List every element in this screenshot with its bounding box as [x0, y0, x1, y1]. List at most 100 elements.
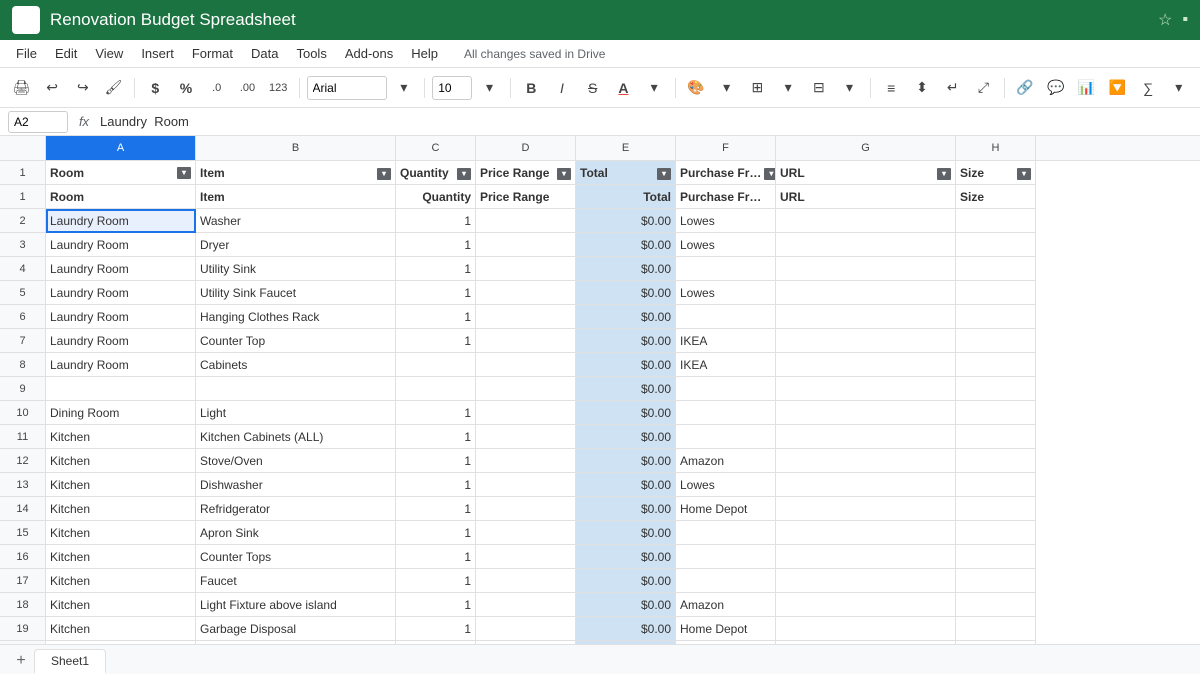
- cell-h7[interactable]: [956, 329, 1036, 353]
- halign-button[interactable]: ≡: [878, 74, 905, 102]
- cell-a6[interactable]: Laundry Room: [46, 305, 196, 329]
- cell-a12[interactable]: Kitchen: [46, 449, 196, 473]
- cell-d1[interactable]: Price Range: [476, 185, 576, 209]
- row-num-18[interactable]: 18: [0, 593, 46, 617]
- cell-h4[interactable]: [956, 257, 1036, 281]
- font-size-dropdown-button[interactable]: ▾: [476, 74, 503, 102]
- cell-b16[interactable]: Counter Tops: [196, 545, 396, 569]
- cell-a20[interactable]: [46, 641, 196, 644]
- cell-b19[interactable]: Garbage Disposal: [196, 617, 396, 641]
- cell-e4[interactable]: $0.00: [576, 257, 676, 281]
- cell-b7[interactable]: Counter Top: [196, 329, 396, 353]
- cell-b18[interactable]: Light Fixture above island: [196, 593, 396, 617]
- cell-e2[interactable]: $0.00: [576, 209, 676, 233]
- undo-button[interactable]: ↩: [39, 74, 66, 102]
- filter-b-icon[interactable]: ▾: [377, 168, 391, 180]
- function-dropdown[interactable]: ▾: [1165, 74, 1192, 102]
- cell-c11[interactable]: 1: [396, 425, 476, 449]
- decimal-inc-button[interactable]: .00: [234, 74, 261, 102]
- cell-a7[interactable]: Laundry Room: [46, 329, 196, 353]
- cell-h6[interactable]: [956, 305, 1036, 329]
- menu-help[interactable]: Help: [403, 44, 446, 63]
- cell-d1[interactable]: Price Range ▾: [476, 161, 576, 185]
- cell-a15[interactable]: Kitchen: [46, 521, 196, 545]
- cell-g19[interactable]: [776, 617, 956, 641]
- row-num-17[interactable]: 17: [0, 569, 46, 593]
- cell-f10[interactable]: [676, 401, 776, 425]
- filter-a-icon[interactable]: ▾: [177, 167, 191, 179]
- currency-button[interactable]: $: [142, 74, 169, 102]
- cell-c9[interactable]: [396, 377, 476, 401]
- row-num-6[interactable]: 6: [0, 305, 46, 329]
- cell-g4[interactable]: [776, 257, 956, 281]
- col-header-b[interactable]: B: [196, 136, 396, 160]
- cell-e9[interactable]: $0.00: [576, 377, 676, 401]
- cell-f1[interactable]: Purchase Fr… ▾: [676, 161, 776, 185]
- cell-b15[interactable]: Apron Sink: [196, 521, 396, 545]
- cell-h5[interactable]: [956, 281, 1036, 305]
- cell-g18[interactable]: [776, 593, 956, 617]
- merge-button[interactable]: ⊟: [805, 74, 832, 102]
- cell-b11[interactable]: Kitchen Cabinets (ALL): [196, 425, 396, 449]
- cell-c4[interactable]: 1: [396, 257, 476, 281]
- cell-d18[interactable]: [476, 593, 576, 617]
- folder-icon[interactable]: ▪: [1182, 11, 1188, 29]
- cell-c14[interactable]: 1: [396, 497, 476, 521]
- menu-edit[interactable]: Edit: [47, 44, 85, 63]
- cell-e11[interactable]: $0.00: [576, 425, 676, 449]
- cell-d9[interactable]: [476, 377, 576, 401]
- cell-h20[interactable]: [956, 641, 1036, 644]
- cell-g20[interactable]: [776, 641, 956, 644]
- cell-g11[interactable]: [776, 425, 956, 449]
- cell-c16[interactable]: 1: [396, 545, 476, 569]
- cell-g6[interactable]: [776, 305, 956, 329]
- cell-h19[interactable]: [956, 617, 1036, 641]
- cell-d11[interactable]: [476, 425, 576, 449]
- cell-d4[interactable]: [476, 257, 576, 281]
- cell-d10[interactable]: [476, 401, 576, 425]
- font-dropdown-button[interactable]: ▾: [391, 74, 418, 102]
- cell-e8[interactable]: $0.00: [576, 353, 676, 377]
- cell-h8[interactable]: [956, 353, 1036, 377]
- filter-g-icon[interactable]: ▾: [937, 168, 951, 180]
- row-num-19[interactable]: 19: [0, 617, 46, 641]
- cell-f1[interactable]: Purchase Fr…: [676, 185, 776, 209]
- cell-d12[interactable]: [476, 449, 576, 473]
- strikethrough-button[interactable]: S: [579, 74, 606, 102]
- cell-b10[interactable]: Light: [196, 401, 396, 425]
- row-num-1[interactable]: 1: [0, 161, 46, 185]
- cell-c20[interactable]: 1: [396, 641, 476, 644]
- row-num-8[interactable]: 8: [0, 353, 46, 377]
- row-num-7[interactable]: 7: [0, 329, 46, 353]
- row-num-1[interactable]: 1: [0, 185, 46, 209]
- cell-c3[interactable]: 1: [396, 233, 476, 257]
- row-num-13[interactable]: 13: [0, 473, 46, 497]
- cell-e1[interactable]: Total: [576, 185, 676, 209]
- cell-c10[interactable]: 1: [396, 401, 476, 425]
- cell-g1[interactable]: URL ▾: [776, 161, 956, 185]
- cell-g14[interactable]: [776, 497, 956, 521]
- cell-g3[interactable]: [776, 233, 956, 257]
- cell-c13[interactable]: 1: [396, 473, 476, 497]
- col-header-g[interactable]: G: [776, 136, 956, 160]
- wrap-button[interactable]: ↵: [939, 74, 966, 102]
- cell-g13[interactable]: [776, 473, 956, 497]
- cell-f19[interactable]: Home Depot: [676, 617, 776, 641]
- row-num-20[interactable]: 20: [0, 641, 46, 644]
- fill-color-dropdown[interactable]: ▾: [713, 74, 740, 102]
- menu-data[interactable]: Data: [243, 44, 286, 63]
- cell-e5[interactable]: $0.00: [576, 281, 676, 305]
- cell-b5[interactable]: Utility Sink Faucet: [196, 281, 396, 305]
- redo-button[interactable]: ↪: [69, 74, 96, 102]
- row-num-14[interactable]: 14: [0, 497, 46, 521]
- cell-e19[interactable]: $0.00: [576, 617, 676, 641]
- cell-d16[interactable]: [476, 545, 576, 569]
- cell-a11[interactable]: Kitchen: [46, 425, 196, 449]
- col-header-c[interactable]: C: [396, 136, 476, 160]
- cell-d7[interactable]: [476, 329, 576, 353]
- cell-h13[interactable]: [956, 473, 1036, 497]
- cell-a16[interactable]: Kitchen: [46, 545, 196, 569]
- cell-f15[interactable]: [676, 521, 776, 545]
- cell-c2[interactable]: 1: [396, 209, 476, 233]
- cell-e7[interactable]: $0.00: [576, 329, 676, 353]
